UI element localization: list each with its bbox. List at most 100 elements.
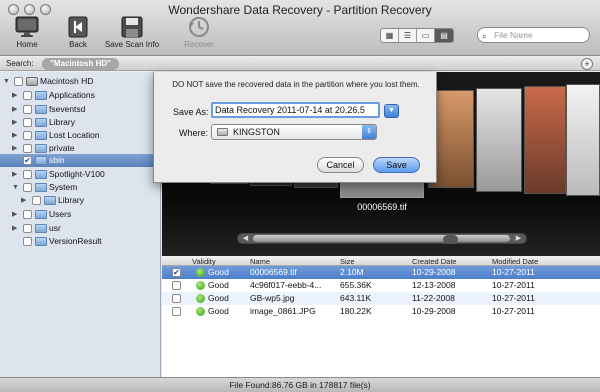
table-row[interactable]: Good 4c96f017-eebb-4... 655.36K 12-13-20…	[162, 279, 600, 292]
tree-item-applications[interactable]: ▶ Applications	[0, 89, 161, 102]
tree-item-spotlight[interactable]: ▶ Spotlight-V100	[0, 168, 161, 181]
save-button[interactable]: Save	[373, 157, 420, 173]
tree-item-lost-location[interactable]: ▶ Lost Location	[0, 129, 161, 142]
expand-dialog-button[interactable]: ▼	[384, 104, 399, 118]
disclosure-closed-icon[interactable]: ▶	[12, 89, 17, 102]
view-mode-switcher: ▦ ☰ ▭ ▤	[380, 28, 454, 43]
tree-checkbox[interactable]	[23, 91, 32, 100]
floppy-disk-icon	[121, 16, 143, 38]
row-checkbox[interactable]	[172, 307, 181, 316]
disclosure-open-icon[interactable]: ▼	[12, 181, 19, 194]
column-view-button[interactable]: ▭	[417, 29, 435, 42]
tree-checkbox[interactable]	[23, 224, 32, 233]
add-criteria-button[interactable]: +	[581, 58, 593, 70]
scroll-left-icon[interactable]: ◀	[240, 234, 251, 243]
tree-item-label: fseventsd	[49, 104, 86, 114]
title-toolbar: Wondershare Data Recovery - Partition Re…	[0, 0, 600, 56]
tree-checkbox[interactable]	[23, 170, 32, 179]
disclosure-open-icon[interactable]: ▼	[3, 75, 10, 88]
disclosure-closed-icon[interactable]: ▶	[12, 208, 17, 221]
tree-item-library[interactable]: ▶ Library	[0, 116, 161, 129]
tree-item-fseventsd[interactable]: ▶ fseventsd	[0, 103, 161, 116]
tree-checkbox[interactable]	[23, 210, 32, 219]
preview-card[interactable]	[524, 86, 566, 194]
scroll-right-icon[interactable]: ▶	[513, 234, 524, 243]
folder-icon	[35, 105, 47, 114]
folder-icon	[35, 210, 47, 219]
search-scope-token[interactable]: "Macintosh HD"	[42, 58, 119, 70]
file-name-search-input[interactable]: ⌕ File Name	[477, 27, 590, 43]
scrollbar-knob[interactable]	[443, 235, 458, 244]
column-header-modified[interactable]: Modified Date	[492, 257, 538, 266]
column-header-size[interactable]: Size	[340, 257, 355, 266]
tree-item-macintosh-hd[interactable]: ▼ Macintosh HD	[0, 75, 161, 88]
folder-tree: ▼ Macintosh HD ▶ Applications ▶ fsevents…	[0, 72, 161, 377]
tree-checkbox[interactable]	[23, 131, 32, 140]
scrollbar-track-thumb[interactable]	[253, 235, 510, 244]
row-checkbox[interactable]	[172, 281, 181, 290]
icon-view-button[interactable]: ▦	[381, 29, 399, 42]
preview-card[interactable]	[476, 88, 522, 192]
disclosure-closed-icon[interactable]: ▶	[12, 222, 17, 235]
where-select-value: KINGSTON	[233, 127, 280, 137]
disclosure-closed-icon[interactable]: ▶	[12, 116, 17, 129]
chevron-down-icon: ▼	[388, 107, 395, 114]
save-scan-info-button[interactable]: Save Scan Info	[104, 16, 160, 49]
tree-checkbox[interactable]	[23, 105, 32, 114]
folder-icon	[35, 118, 47, 127]
disclosure-closed-icon[interactable]: ▶	[12, 129, 17, 142]
tree-item-usr[interactable]: ▶ usr	[0, 222, 161, 235]
tree-item-sbin[interactable]: ✔ sbin	[0, 154, 161, 167]
tree-checkbox[interactable]	[23, 237, 32, 246]
preview-card[interactable]	[566, 84, 600, 196]
table-row[interactable]: Good image_0861.JPG 180.22K 10-29-2008 1…	[162, 305, 600, 318]
name-cell: 00006569.tif	[250, 267, 297, 277]
disclosure-closed-icon[interactable]: ▶	[12, 168, 17, 181]
coverflow-view-button[interactable]: ▤	[435, 29, 453, 42]
created-cell: 10-29-2008	[412, 306, 456, 316]
column-header-validity[interactable]: Validity	[192, 257, 216, 266]
cancel-button[interactable]: Cancel	[317, 157, 364, 173]
table-row[interactable]: Good GB-wp5.jpg 643.11K 11-22-2008 10-27…	[162, 292, 600, 305]
tree-checkbox[interactable]	[23, 183, 32, 192]
back-button[interactable]: Back	[63, 16, 93, 49]
folder-icon	[35, 91, 47, 100]
save-as-field[interactable]: Data Recovery 2011-07-14 at 20.26.5	[211, 102, 380, 118]
tree-item-system-library[interactable]: ▶ Library	[0, 194, 161, 207]
valid-status-icon	[196, 307, 205, 316]
tree-checkbox[interactable]	[23, 118, 32, 127]
tree-item-label: Users	[49, 209, 72, 219]
column-header-created[interactable]: Created Date	[412, 257, 457, 266]
column-header-name[interactable]: Name	[250, 257, 270, 266]
valid-status-icon	[196, 281, 205, 290]
table-row[interactable]: ✔ Good 00006569.tif 2.10M 10-29-2008 10-…	[162, 266, 600, 279]
disclosure-closed-icon[interactable]: ▶	[12, 103, 17, 116]
tree-item-label: Spotlight-V100	[49, 169, 105, 179]
list-view-button[interactable]: ☰	[399, 29, 417, 42]
disclosure-closed-icon[interactable]: ▶	[21, 194, 26, 207]
monitor-icon	[15, 16, 39, 37]
name-cell: GB-wp5.jpg	[250, 293, 295, 303]
folder-icon	[35, 131, 47, 140]
tree-item-versionresult[interactable]: VersionResult	[0, 235, 161, 248]
save-as-label: Save As:	[173, 107, 209, 117]
home-button[interactable]: Home	[12, 16, 42, 49]
size-cell: 180.22K	[340, 306, 372, 316]
tree-checkbox[interactable]	[23, 144, 32, 153]
coverflow-scrollbar[interactable]: ◀ ▶	[237, 233, 527, 244]
recover-button[interactable]: Recover	[183, 16, 215, 49]
tree-checkbox[interactable]	[32, 196, 41, 205]
created-cell: 11-22-2008	[412, 293, 455, 303]
folder-icon	[35, 183, 47, 192]
table-header: Validity Name Size Created Date Modified…	[162, 256, 600, 266]
back-label: Back	[69, 40, 87, 49]
where-select[interactable]: KINGSTON ⇕	[211, 124, 377, 140]
tree-item-system[interactable]: ▼ System	[0, 181, 161, 194]
modified-cell: 10-27-2011	[492, 293, 535, 303]
tree-item-users[interactable]: ▶ Users	[0, 208, 161, 221]
tree-checkbox[interactable]	[14, 77, 23, 86]
row-checkbox-checked[interactable]: ✔	[172, 268, 181, 277]
save-scan-info-label: Save Scan Info	[104, 40, 160, 49]
tree-checkbox-checked[interactable]: ✔	[23, 156, 32, 165]
row-checkbox[interactable]	[172, 294, 181, 303]
